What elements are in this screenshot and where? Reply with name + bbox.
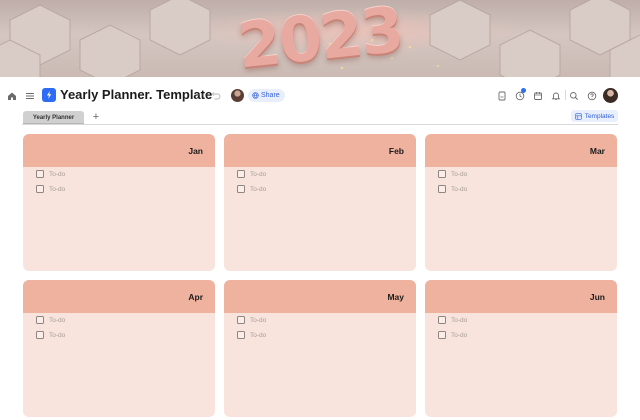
doc-icon[interactable] (495, 89, 509, 103)
calendar-icon[interactable] (531, 89, 545, 103)
template-icon (575, 112, 582, 120)
search-icon[interactable] (567, 89, 581, 103)
templates-label: Templates (584, 112, 615, 120)
todo-item[interactable]: To-do (237, 315, 266, 325)
tab-yearly-planner[interactable]: Yearly Planner (23, 111, 84, 124)
card-header: Jun (425, 280, 617, 313)
todo-checkbox[interactable] (438, 331, 446, 339)
todo-checkbox[interactable] (237, 331, 245, 339)
cover-year-text: 2023 (234, 0, 406, 77)
card-header: Mar (425, 134, 617, 167)
share-button[interactable]: Share (248, 89, 285, 102)
todo-item[interactable]: To-do (36, 315, 65, 325)
share-label: Share (261, 92, 280, 99)
collaborator-avatar[interactable] (231, 89, 244, 102)
app-logo-icon (42, 88, 56, 102)
todo-item[interactable]: To-do (237, 330, 266, 340)
todo-checkbox[interactable] (237, 185, 245, 193)
month-label: Apr (188, 292, 203, 302)
todo-item[interactable]: To-do (438, 330, 467, 340)
todo-checkbox[interactable] (438, 170, 446, 178)
notification-dot (521, 88, 526, 93)
todo-text[interactable]: To-do (250, 171, 266, 178)
bell-icon[interactable] (549, 89, 563, 103)
todo-text[interactable]: To-do (451, 317, 467, 324)
month-card-mar[interactable]: Mar To-do To-do (425, 134, 617, 271)
todo-checkbox[interactable] (36, 331, 44, 339)
toolbar-divider (565, 90, 566, 100)
todo-text[interactable]: To-do (49, 332, 65, 339)
todo-checkbox[interactable] (36, 170, 44, 178)
add-tab-button[interactable]: + (91, 111, 101, 123)
todo-item[interactable]: To-do (36, 169, 65, 179)
todo-item[interactable]: To-do (36, 184, 65, 194)
month-label: May (387, 292, 404, 302)
month-label: Mar (589, 146, 605, 156)
card-header: Jan (23, 134, 215, 167)
month-label: Feb (388, 146, 404, 156)
month-label: Jun (589, 292, 605, 302)
todo-item[interactable]: To-do (438, 315, 467, 325)
globe-icon (252, 92, 259, 99)
month-card-feb[interactable]: Feb To-do To-do (224, 134, 416, 271)
todo-text[interactable]: To-do (451, 171, 467, 178)
tab-divider (22, 124, 618, 125)
todo-text[interactable]: To-do (250, 317, 266, 324)
todo-item[interactable]: To-do (36, 330, 65, 340)
menu-icon[interactable] (23, 89, 37, 103)
month-card-jun[interactable]: Jun To-do To-do (425, 280, 617, 417)
todo-text[interactable]: To-do (49, 317, 65, 324)
month-card-jan[interactable]: Jan To-do To-do (23, 134, 215, 271)
todo-item[interactable]: To-do (237, 184, 266, 194)
more-icon[interactable]: ··· (195, 88, 209, 102)
todo-text[interactable]: To-do (250, 332, 266, 339)
user-avatar[interactable] (603, 88, 618, 103)
undo-icon[interactable] (209, 89, 223, 103)
todo-checkbox[interactable] (438, 316, 446, 324)
month-label: Jan (188, 146, 203, 156)
todo-checkbox[interactable] (36, 316, 44, 324)
todo-checkbox[interactable] (438, 185, 446, 193)
todo-text[interactable]: To-do (250, 186, 266, 193)
card-header: Feb (224, 134, 416, 167)
todo-checkbox[interactable] (237, 170, 245, 178)
todo-checkbox[interactable] (36, 185, 44, 193)
card-header: Apr (23, 280, 215, 313)
todo-item[interactable]: To-do (438, 184, 467, 194)
month-card-may[interactable]: May To-do To-do (224, 280, 416, 417)
todo-text[interactable]: To-do (451, 186, 467, 193)
month-card-apr[interactable]: Apr To-do To-do (23, 280, 215, 417)
todo-text[interactable]: To-do (49, 186, 65, 193)
card-header: May (224, 280, 416, 313)
todo-item[interactable]: To-do (438, 169, 467, 179)
todo-item[interactable]: To-do (237, 169, 266, 179)
todo-checkbox[interactable] (237, 316, 245, 324)
home-icon[interactable] (5, 89, 19, 103)
help-icon[interactable] (585, 89, 599, 103)
templates-button[interactable]: Templates (571, 110, 618, 122)
todo-text[interactable]: To-do (451, 332, 467, 339)
cover-image: 2023 (0, 0, 640, 77)
document-title[interactable]: Yearly Planner. Template (60, 86, 212, 104)
todo-text[interactable]: To-do (49, 171, 65, 178)
